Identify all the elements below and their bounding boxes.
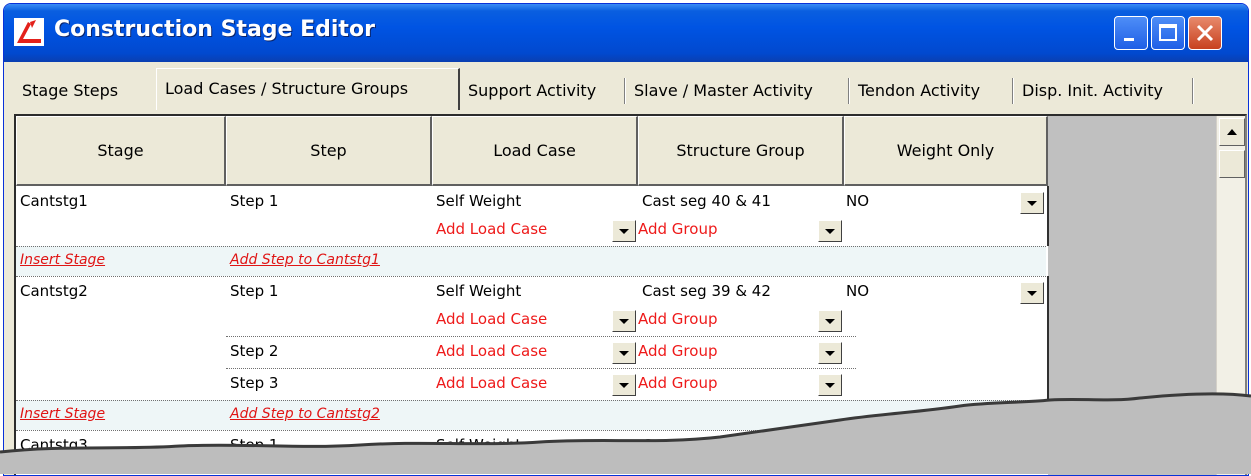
stage-name[interactable]: Cantstg3 xyxy=(20,436,88,454)
load-case-dropdown-button[interactable] xyxy=(612,374,636,396)
row-end-border xyxy=(1047,276,1049,400)
tab-load-cases-structure-groups[interactable]: Load Cases / Structure Groups xyxy=(156,68,460,110)
weight-only-dropdown-button[interactable] xyxy=(1020,192,1044,214)
tab-label: Slave / Master Activity xyxy=(634,81,813,100)
scroll-up-button[interactable] xyxy=(1219,118,1245,146)
tab-separator xyxy=(1192,78,1194,104)
tab-label: Load Cases / Structure Groups xyxy=(165,79,409,98)
row-end-border xyxy=(1047,186,1049,246)
tab-label: Stage Steps xyxy=(22,81,119,100)
load-case-value[interactable]: Self Weight xyxy=(436,192,521,210)
close-icon xyxy=(1196,24,1214,42)
insert-stage-link[interactable]: Insert Stage xyxy=(20,252,105,268)
maximize-button[interactable] xyxy=(1151,16,1185,50)
tab-slave-master-activity[interactable]: Slave / Master Activity xyxy=(626,74,850,108)
tab-label: Tendon Activity xyxy=(858,81,981,100)
group-dropdown-button[interactable] xyxy=(818,374,842,396)
group-dropdown-button[interactable] xyxy=(818,342,842,364)
tab-strip: Stage Steps Load Cases / Structure Group… xyxy=(4,66,1248,110)
weight-only-value[interactable]: NO xyxy=(846,282,869,300)
add-step-link[interactable]: Add Step to Cantstg1 xyxy=(230,252,380,268)
add-group-item[interactable]: Add Group xyxy=(638,374,717,392)
weight-only-dropdown-button[interactable] xyxy=(1020,282,1044,304)
add-load-case-item[interactable]: Add Load Case xyxy=(436,310,547,328)
scroll-thumb[interactable] xyxy=(1219,150,1245,178)
step-name[interactable]: Step 1 xyxy=(230,436,278,454)
maximize-icon xyxy=(1159,24,1177,41)
load-case-value[interactable]: Self Weight xyxy=(436,436,521,454)
close-button[interactable] xyxy=(1188,16,1222,50)
tab-label: Support Activity xyxy=(468,81,597,100)
row-divider xyxy=(226,368,856,369)
row-divider xyxy=(226,336,856,337)
column-header-structure-group[interactable]: Structure Group xyxy=(638,116,844,186)
add-group-item[interactable]: Add Group xyxy=(638,310,717,328)
stage-name[interactable]: Cantstg1 xyxy=(20,192,88,210)
title-bar[interactable]: Construction Stage Editor xyxy=(4,4,1248,62)
stage-grid: Stage Step Load Case Structure Group Wei… xyxy=(14,114,1247,475)
insert-row xyxy=(16,400,1046,430)
structure-group-value[interactable]: Cast seg 40 & 41 xyxy=(642,192,771,210)
add-group-item[interactable]: Add Group xyxy=(638,342,717,360)
add-load-case-item[interactable]: Add Load Case xyxy=(436,374,547,392)
add-load-case-item[interactable]: Add Load Case xyxy=(436,342,547,360)
column-header-load-case[interactable]: Load Case xyxy=(432,116,638,186)
construction-stage-editor-window: Construction Stage Editor Stage Steps Lo… xyxy=(3,3,1249,476)
minimize-icon xyxy=(1124,38,1134,41)
load-case-dropdown-button[interactable] xyxy=(612,342,636,364)
add-step-link[interactable]: Add Step to Cantstg2 xyxy=(230,406,380,422)
window-title: Construction Stage Editor xyxy=(54,17,375,42)
load-case-dropdown-button[interactable] xyxy=(612,220,636,242)
vertical-scrollbar[interactable] xyxy=(1216,116,1245,475)
group-dropdown-button[interactable] xyxy=(818,220,842,242)
insert-stage-link[interactable]: Insert Stage xyxy=(20,406,105,422)
tab-stage-steps[interactable]: Stage Steps xyxy=(14,74,158,108)
step-name[interactable]: Step 1 xyxy=(230,192,278,210)
structure-group-value[interactable]: Cast seg 39 & 42 xyxy=(642,282,771,300)
stage-name[interactable]: Cantstg2 xyxy=(20,282,88,300)
tab-support-activity[interactable]: Support Activity xyxy=(460,74,626,108)
tab-disp-init-activity[interactable]: Disp. Init. Activity xyxy=(1014,74,1194,108)
row-divider xyxy=(16,430,1046,431)
grid-empty-area xyxy=(1048,116,1220,475)
load-case-dropdown-button[interactable] xyxy=(612,310,636,332)
load-case-value[interactable]: Self Weight xyxy=(436,282,521,300)
step-name[interactable]: Step 2 xyxy=(230,342,278,360)
tab-label: Disp. Init. Activity xyxy=(1022,81,1164,100)
weight-only-value[interactable]: NO xyxy=(846,192,869,210)
row-divider xyxy=(16,276,1046,277)
tab-tendon-activity[interactable]: Tendon Activity xyxy=(850,74,1014,108)
add-load-case-item[interactable]: Add Load Case xyxy=(436,220,547,238)
step-name[interactable]: Step 1 xyxy=(230,282,278,300)
row-divider xyxy=(16,400,1046,401)
row-divider xyxy=(16,246,1046,247)
minimize-button[interactable] xyxy=(1114,16,1148,50)
step-name[interactable]: Step 3 xyxy=(230,374,278,392)
column-header-weight-only[interactable]: Weight Only xyxy=(844,116,1048,186)
insert-row xyxy=(16,246,1046,276)
arrow-up-icon xyxy=(1227,129,1237,135)
app-logo-icon xyxy=(14,18,44,46)
column-header-stage[interactable]: Stage xyxy=(16,116,226,186)
group-dropdown-button[interactable] xyxy=(818,310,842,332)
column-header-step[interactable]: Step xyxy=(226,116,432,186)
add-group-item[interactable]: Add Group xyxy=(638,220,717,238)
structure-group-value[interactable]: Cast seg 38 & xyxy=(642,436,747,454)
